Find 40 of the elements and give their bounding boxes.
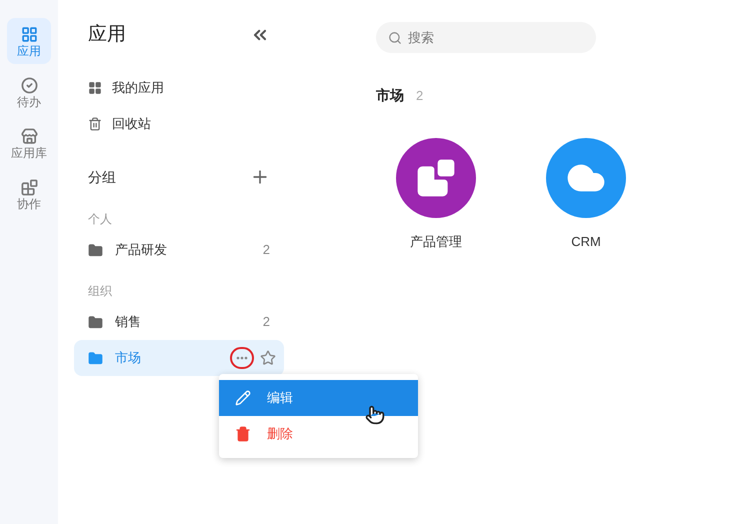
nav-item[interactable]: 回收站 <box>58 106 300 142</box>
folder-icon <box>88 314 103 330</box>
folder-name: 产品研发 <box>115 241 168 260</box>
groups-title: 分组 <box>88 168 116 186</box>
folder-icon <box>88 242 103 258</box>
search-icon <box>388 31 402 45</box>
search-field[interactable]: 搜索 <box>376 22 596 53</box>
section-title: 市场 <box>376 86 404 105</box>
menu-item[interactable]: 删除 <box>219 416 418 452</box>
hand-cursor-icon <box>365 405 385 425</box>
trash-icon <box>88 117 102 131</box>
folder-count: 2 <box>262 313 270 332</box>
section-heading: 个人 <box>87 211 113 228</box>
more-icon <box>236 356 248 360</box>
check-circle-icon <box>20 76 38 94</box>
app-count: 2 <box>416 86 424 105</box>
folder-item[interactable]: 市场 <box>74 340 284 376</box>
trash-icon <box>235 426 251 442</box>
grid-icon <box>88 81 102 95</box>
rail-item[interactable]: 待办 <box>7 69 51 115</box>
app-name[interactable]: 产品管理 <box>410 232 462 252</box>
folder-item[interactable]: 销售 2 <box>74 304 284 340</box>
rail-item[interactable]: 应用库 <box>7 120 51 166</box>
rail-item[interactable]: 协作 <box>7 171 51 217</box>
folder-count: 2 <box>262 241 270 260</box>
folder-item[interactable]: 产品研发 2 <box>74 232 284 268</box>
store-icon <box>20 128 38 144</box>
section-heading: 组织 <box>87 283 113 300</box>
menu-item[interactable]: 编辑 <box>219 380 418 416</box>
nav-item[interactable]: 我的应用 <box>58 70 300 106</box>
folder-icon <box>88 350 103 366</box>
apps-grid-icon <box>20 26 38 42</box>
pencil-icon <box>235 390 251 406</box>
sidebar-title: 应用 <box>88 22 126 47</box>
more-button[interactable] <box>230 347 254 369</box>
app-name[interactable]: CRM <box>571 232 601 252</box>
folder-name: 销售 <box>115 313 142 332</box>
star-icon[interactable] <box>260 350 276 366</box>
rail-item[interactable]: 应用 <box>7 18 51 64</box>
folder-name: 市场 <box>115 349 142 368</box>
